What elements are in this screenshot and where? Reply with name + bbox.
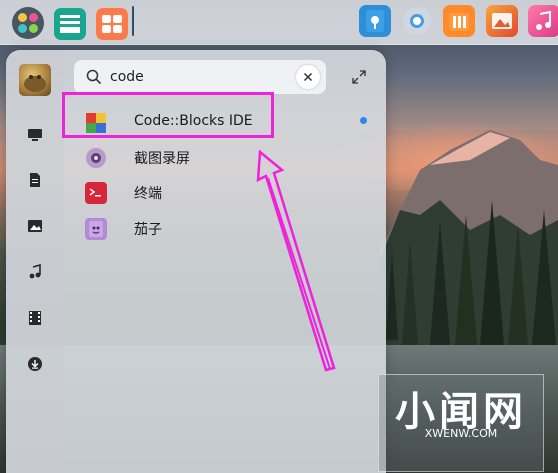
watermark: 小闻网 XWENW.COM xyxy=(378,374,544,472)
watermark-url: XWENW.COM xyxy=(424,427,498,440)
